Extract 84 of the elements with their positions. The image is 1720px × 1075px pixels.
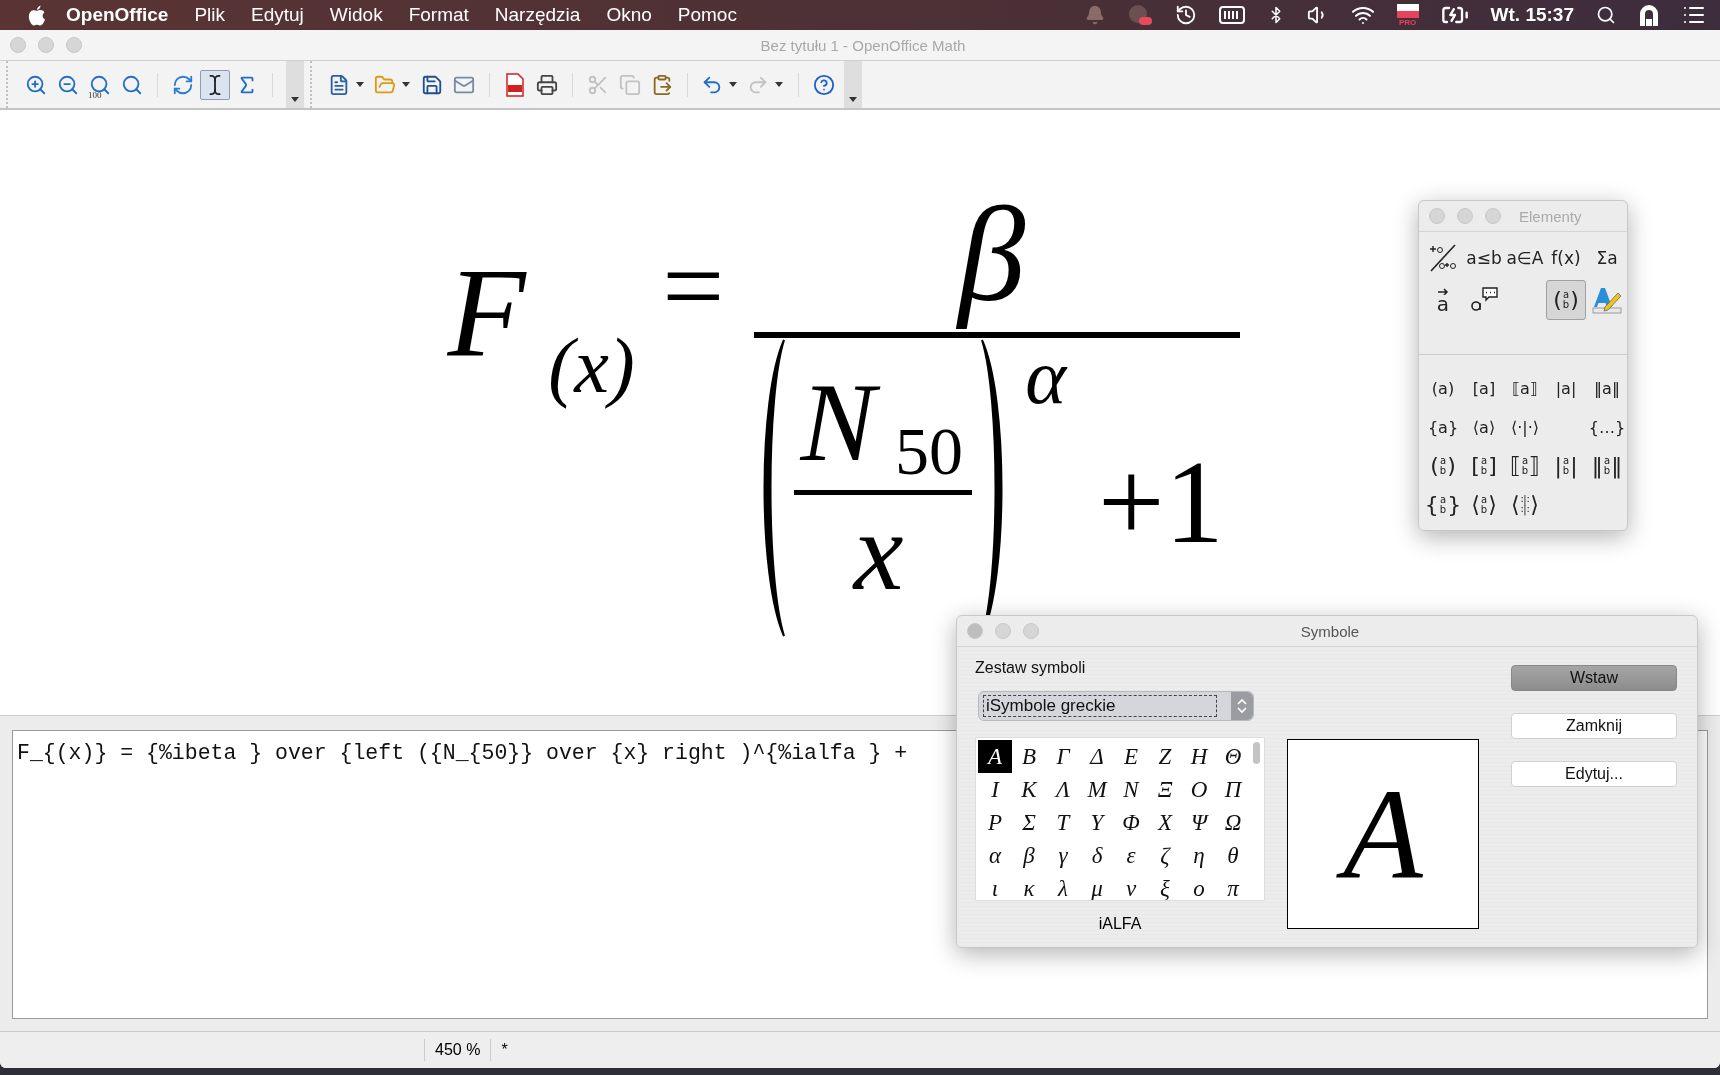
modified-indicator: * [490,1039,518,1061]
scrollbar-thumb[interactable] [1252,742,1260,764]
formula-text: +1 [1097,436,1225,571]
menu-item[interactable]: Widok [329,4,383,26]
category-button[interactable]: Σa [1587,238,1627,278]
formula-text: N [793,358,891,488]
help-icon [813,73,835,96]
formula-text: α [1024,332,1069,422]
menu-item[interactable]: Edytuj [251,4,304,26]
symbol-set-select[interactable]: iSymbole greckie [978,691,1254,721]
caret-icon [291,97,299,102]
zoom-in-icon [25,73,47,96]
symbol-set-label: Zestaw symboli [975,659,1087,677]
menu-item[interactable]: Pomoc [677,4,737,26]
dialog-button[interactable]: Zamknij [1511,713,1677,739]
formula-text: (x) [547,321,636,411]
bracket-button[interactable]: ⟨a⟩ [1464,408,1504,446]
save-icon [421,73,443,96]
menu-bar-clock[interactable]: Wt. 15:37 [1490,4,1574,26]
panel-title: Elementy [1519,207,1582,225]
dialog-title: Symbole [1299,622,1361,640]
formula-text: β [955,178,1027,331]
attributes-icon [1591,285,1623,315]
formula-text: 50 [893,411,964,490]
scissors-icon [587,73,609,96]
dialog-button[interactable]: Wstaw [1511,665,1677,691]
bracket-button[interactable]: ⟦a⟧ [1505,369,1545,407]
dialog-button[interactable]: Edytuj... [1511,761,1677,787]
zoom-100-icon [89,73,111,96]
menu-item[interactable]: Format [408,4,469,26]
memory-icon[interactable] [1218,6,1245,24]
bracket-button[interactable]: {a} [1423,408,1463,446]
caret-icon [402,82,410,87]
arrow-icon [1437,287,1449,295]
notification-icon[interactable] [1084,5,1105,25]
caret-icon [729,82,737,87]
bracket-button[interactable]: [a] [1464,369,1504,407]
formula-text: = [661,223,726,349]
flag-label: PRO [1398,17,1417,27]
pdf-icon [505,72,525,97]
menu-item[interactable]: Okno [606,4,652,26]
bracket-button[interactable]: ⟨·|·⟩ [1505,408,1545,446]
zoom-100-button[interactable]: 100 [85,69,115,100]
toolbar-overflow-button[interactable] [286,61,304,108]
caret-icon [775,82,783,87]
category-button[interactable]: a≤b [1464,238,1504,278]
app-menu[interactable]: OpenOffice [66,4,169,26]
flag-icon[interactable] [1396,3,1419,18]
toolbar-overflow-button[interactable] [844,61,862,108]
search-icon[interactable] [1596,5,1616,25]
fraction-icon [1427,243,1459,273]
zoom-out-icon [57,73,79,96]
symbol-name: iALFA [1098,915,1142,933]
formula-text: x [851,487,905,615]
document-icon [328,73,350,96]
category-button[interactable]: f(x) [1546,238,1586,278]
caret-icon [356,82,364,87]
printer-icon [536,73,558,96]
app-status-icon[interactable] [1126,3,1153,27]
copy-icon [619,73,641,96]
bracket-button[interactable]: {…} [1587,408,1627,446]
bracket-button[interactable]: (a) [1423,369,1463,407]
zoom-level[interactable]: 450 % [424,1039,491,1061]
refresh-icon [172,73,194,96]
comment-icon [1469,286,1499,314]
window-title: Bez tytułu 1 - OpenOffice Math [759,36,967,54]
zoom-icon [121,73,143,96]
caret-icon [849,97,857,102]
menu-item[interactable]: Plik [194,4,226,26]
bracket-button[interactable]: ‖a‖ [1587,369,1627,407]
paste-icon [651,73,673,96]
arch-icon[interactable] [1638,3,1660,27]
symbol-preview: Α [1287,739,1479,929]
updown-icon [1237,698,1247,714]
category-button[interactable]: a∈A [1505,238,1545,278]
apple-icon[interactable] [28,4,46,26]
category-button[interactable]: a [1423,280,1463,320]
formula-text: F [446,240,528,386]
menu-item[interactable]: Narzędzia [494,4,581,26]
bracket-button[interactable]: |a| [1546,369,1586,407]
folder-icon [374,73,396,96]
time-machine-icon[interactable] [1174,4,1197,26]
symbol-cell[interactable]: Α [978,740,1012,773]
text-cursor-button[interactable] [200,69,230,100]
